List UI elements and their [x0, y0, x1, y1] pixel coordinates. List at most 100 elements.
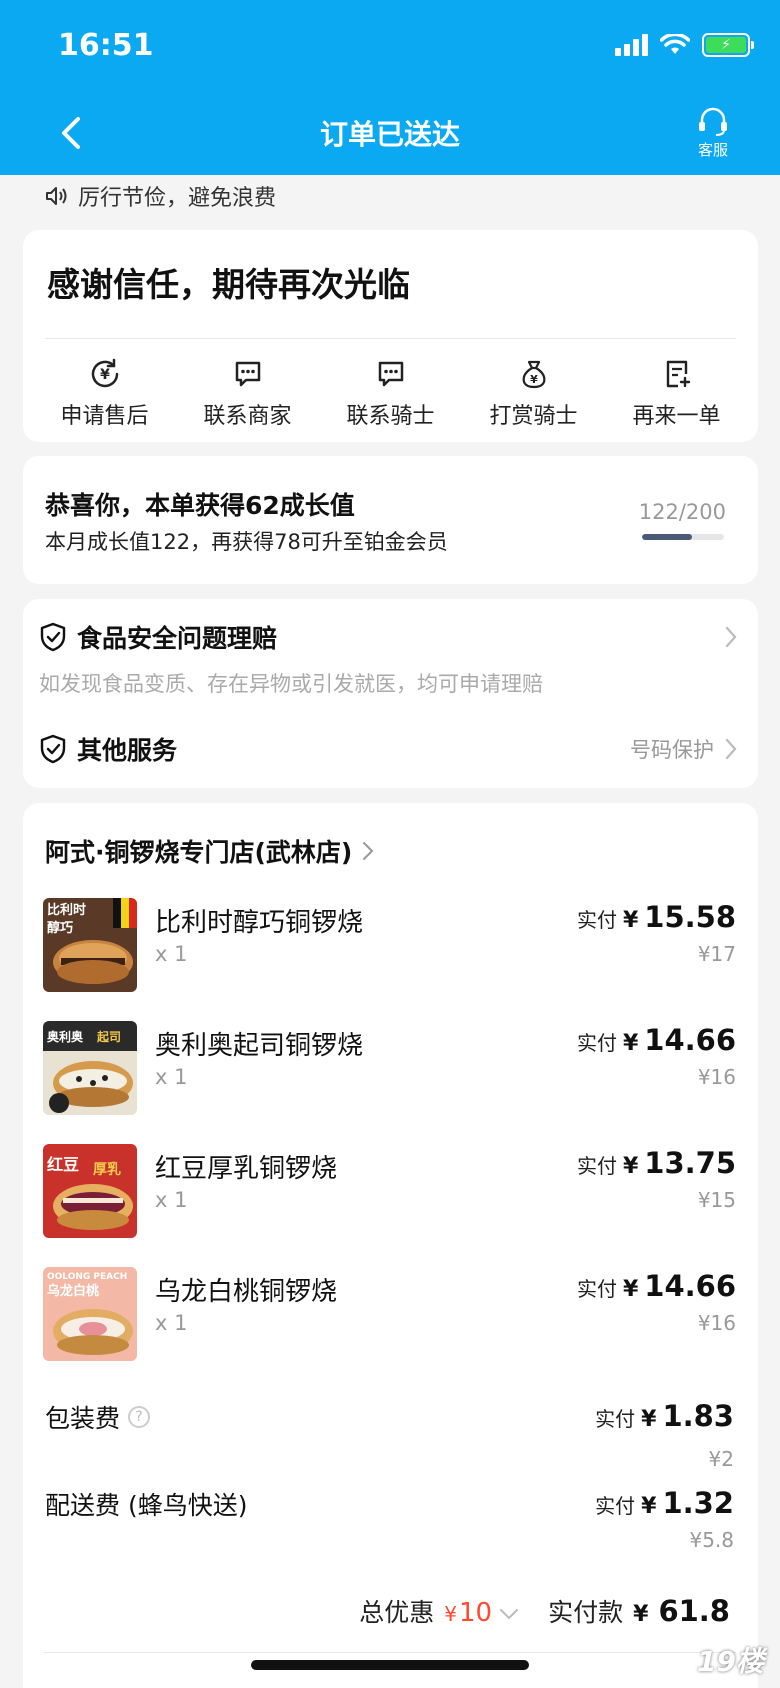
growth-card[interactable]: 恭喜你，本单获得62成长值 本月成长值122，再获得78可升至铂金会员 122/…	[23, 456, 758, 584]
item-price: 实付 ¥ 14.66	[577, 1023, 736, 1057]
food-safety-desc: 如发现食品变质、存在异物或引发就医，均可申请理赔	[39, 672, 543, 696]
battery-icon: ⚡	[702, 33, 754, 57]
packaging-fee-row: 包装费 ? 实付 ¥ 1.83 ¥2	[45, 1399, 736, 1479]
svg-text:OOLONG PEACH: OOLONG PEACH	[47, 1272, 127, 1282]
after-sale-button[interactable]: ¥ 申请售后	[36, 358, 174, 430]
svg-text:¥: ¥	[100, 367, 110, 383]
reorder-button[interactable]: 再来一单	[608, 358, 746, 430]
tip-rider-button[interactable]: ¥ 打赏骑士	[465, 358, 603, 430]
item-price: 实付 ¥ 14.66	[577, 1269, 736, 1303]
notice-bar: 厉行节俭，避免浪费	[44, 180, 276, 212]
pay-amount: 61.8	[658, 1594, 730, 1628]
paid-label: 实付	[576, 1031, 617, 1055]
discount-toggle[interactable]: ¥ 10	[444, 1598, 520, 1628]
wifi-icon	[660, 34, 690, 54]
pay-label: 实付款	[548, 1598, 624, 1627]
paid-amount: 1.32	[662, 1486, 734, 1520]
growth-title: 恭喜你，本单获得62成长值	[45, 491, 355, 520]
customer-service-button[interactable]: 客服	[696, 107, 730, 160]
list-item[interactable]: 红豆 厚乳 红豆厚乳铜锣烧 x 1 实付 ¥ 13.75 ¥15	[43, 1144, 738, 1240]
item-price: 实付 ¥ 13.75	[577, 1146, 736, 1180]
paid-label: 实付	[595, 1494, 636, 1518]
product-image: 奥利奥 起司	[43, 1021, 137, 1115]
growth-progress-bar	[642, 534, 724, 540]
product-image: OOLONG PEACH 乌龙白桃	[43, 1267, 137, 1361]
svg-text:起司: 起司	[96, 1029, 121, 1044]
signal-icon	[615, 34, 648, 56]
action-label: 联系商家	[203, 404, 292, 429]
paid-amount: 13.75	[644, 1146, 736, 1180]
svg-text:厚乳: 厚乳	[93, 1161, 121, 1178]
packaging-fee-label: 包装费	[45, 1404, 121, 1433]
original-price: ¥17	[697, 942, 736, 966]
discount-amount: 10	[459, 1598, 493, 1628]
item-name: 红豆厚乳铜锣烧	[155, 1154, 338, 1184]
item-name: 奥利奥起司铜锣烧	[155, 1031, 364, 1061]
paid-amount: 15.58	[644, 900, 736, 934]
thanks-card: 感谢信任，期待再次光临 ¥ 申请售后 联系商家 联系骑士 ¥ 打赏骑士 再来一单	[23, 230, 758, 442]
list-item[interactable]: 比利时 醇巧 比利时醇巧铜锣烧 x 1 实付 ¥ 15.58 ¥17	[43, 898, 738, 994]
chevron-right-icon	[725, 738, 737, 760]
chevron-down-icon	[500, 1609, 519, 1620]
delivery-price: 实付 ¥ 1.32	[595, 1486, 734, 1520]
shop-name: 阿式·铜锣烧专门店(武林店)	[45, 838, 353, 867]
watermark-logo: 19楼	[697, 1645, 764, 1678]
original-price: ¥16	[697, 1065, 736, 1089]
original-price: ¥5.8	[689, 1528, 734, 1552]
svg-text:醇巧: 醇巧	[47, 920, 73, 936]
number-protection: 号码保护	[630, 734, 738, 764]
svg-text:比利时: 比利时	[47, 902, 86, 918]
shield-check-icon	[40, 622, 66, 652]
currency: ¥	[622, 908, 639, 933]
packaging-price: 实付 ¥ 1.83	[595, 1399, 734, 1433]
shop-name-link[interactable]: 阿式·铜锣烧专门店(武林店)	[45, 833, 374, 869]
svg-text:乌龙白桃: 乌龙白桃	[47, 1283, 99, 1299]
product-image: 红豆 厚乳	[43, 1144, 137, 1238]
food-safety-row[interactable]: 食品安全问题理赔	[39, 619, 738, 655]
item-qty: x 1	[155, 1188, 188, 1212]
chat-icon	[235, 361, 260, 387]
contact-rider-button[interactable]: 联系骑士	[322, 358, 460, 430]
action-label: 打赏骑士	[489, 404, 578, 429]
thanks-title: 感谢信任，期待再次光临	[47, 265, 410, 304]
original-price: ¥2	[708, 1447, 734, 1471]
nav-bar: 订单已送达 客服	[0, 95, 780, 175]
other-services-title: 其他服务	[77, 736, 178, 765]
services-card: 食品安全问题理赔 如发现食品变质、存在异物或引发就医，均可申请理赔 其他服务 号…	[23, 599, 758, 788]
list-item[interactable]: OOLONG PEACH 乌龙白桃 乌龙白桃铜锣烧 x 1 实付 ¥ 14.66 …	[43, 1267, 738, 1363]
growth-subtitle: 本月成长值122，再获得78可升至铂金会员	[45, 530, 448, 554]
notice-text: 厉行节俭，避免浪费	[78, 186, 277, 211]
currency: ¥	[622, 1031, 639, 1056]
currency: ¥	[444, 1602, 458, 1626]
currency: ¥	[641, 1494, 657, 1519]
refund-icon: ¥	[91, 358, 118, 388]
contact-merchant-button[interactable]: 联系商家	[179, 358, 317, 430]
paid-label: 实付	[595, 1407, 636, 1431]
product-image: 比利时 醇巧	[43, 898, 137, 992]
reorder-icon	[666, 360, 690, 388]
total-row: 总优惠 ¥ 10 实付款 ¥ 61.8	[359, 1593, 730, 1629]
item-qty: x 1	[155, 1065, 188, 1089]
delivery-fee-row: 配送费 (蜂鸟快送) 实付 ¥ 1.32 ¥5.8	[45, 1486, 736, 1566]
progress-fill	[642, 534, 693, 540]
other-services-row[interactable]: 其他服务 号码保护	[39, 731, 738, 767]
status-icons: ⚡	[615, 33, 754, 57]
paid-label: 实付	[576, 1277, 617, 1301]
list-item[interactable]: 奥利奥 起司 奥利奥起司铜锣烧 x 1 实付 ¥ 14.66 ¥16	[43, 1021, 738, 1117]
divider	[45, 338, 736, 339]
paid-amount: 14.66	[644, 1023, 736, 1057]
growth-progress-text: 122/200	[638, 500, 726, 524]
chevron-right-icon	[363, 842, 374, 860]
chevron-right-icon	[725, 626, 737, 648]
paid-label: 实付	[576, 908, 617, 932]
currency: ¥	[633, 1602, 649, 1627]
svg-text:红豆: 红豆	[47, 1155, 79, 1174]
action-bar: ¥ 申请售后 联系商家 联系骑士 ¥ 打赏骑士 再来一单	[23, 358, 758, 430]
action-label: 申请售后	[60, 404, 149, 429]
svg-text:奥利奥: 奥利奥	[47, 1029, 84, 1044]
help-icon[interactable]: ?	[128, 1406, 151, 1428]
chat-icon	[378, 361, 403, 387]
item-name: 比利时醇巧铜锣烧	[155, 908, 364, 938]
home-indicator[interactable]	[251, 1660, 529, 1670]
divider	[44, 1652, 736, 1653]
